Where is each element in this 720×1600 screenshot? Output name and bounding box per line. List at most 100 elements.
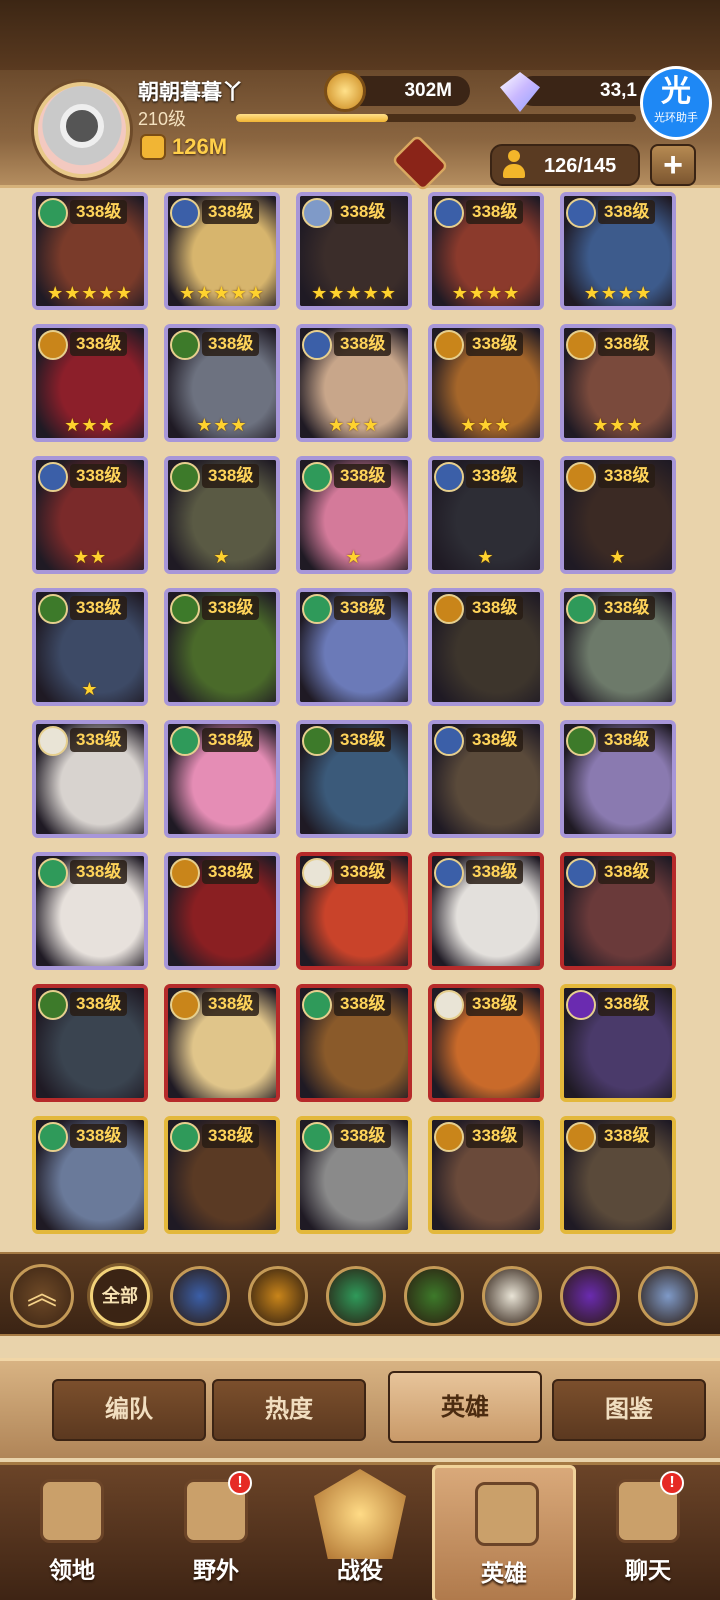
filter-dimensional-icon[interactable] [638,1266,698,1326]
filter-light-icon[interactable] [170,1266,230,1326]
grave-faction-icon [170,330,200,360]
collapse-filter-button[interactable]: ︽ [10,1264,74,1328]
grave-faction-icon [38,990,68,1020]
expand-roster-button[interactable]: + [650,144,696,186]
light-faction-icon [434,462,464,492]
hero-stars: ★★★★ [451,283,521,303]
light-faction-icon [434,858,464,888]
hero-card[interactable]: 338级 ★★★ [32,324,148,442]
nav-label: 战役 [337,1557,383,1583]
hero-card[interactable]: 338级 ★ [428,456,544,574]
hero-card[interactable]: 338级 [560,1116,676,1234]
hero-level: 338级 [70,596,128,620]
nav-item-1[interactable]: 野外! [144,1465,288,1600]
hero-level: 338级 [466,728,524,752]
hero-stars: ★★★ [592,415,644,435]
subtab-2[interactable]: 英雄 [388,1371,542,1443]
hero-level: 338级 [334,728,392,752]
hero-card[interactable]: 338级 [164,1116,280,1234]
forest-faction-icon [170,726,200,756]
celestial-faction-icon [434,990,464,1020]
hero-card[interactable]: 338级 ★ [296,456,412,574]
hero-card[interactable]: 338级 ★★ [32,456,148,574]
filter-forest-icon[interactable] [326,1266,386,1326]
fire-faction-icon [170,990,200,1020]
hero-card[interactable]: 338级 ★★★★★ [296,192,412,310]
hero-card[interactable]: 338级 [164,588,280,706]
hero-level: 338级 [466,992,524,1016]
nav-icon [40,1479,104,1543]
subtab-3[interactable]: 图鉴 [552,1379,706,1441]
hero-card[interactable]: 338级 [560,984,676,1102]
filter-grave-icon[interactable] [404,1266,464,1326]
hero-card[interactable]: 338级 [428,984,544,1102]
hero-level: 338级 [466,200,524,224]
hero-card[interactable]: 338级 [32,1116,148,1234]
filter-hypogean-icon[interactable] [560,1266,620,1326]
filter-fire-icon[interactable] [248,1266,308,1326]
nav-label: 聊天 [625,1557,671,1583]
hero-level: 338级 [334,1124,392,1148]
hero-card[interactable]: 338级 [560,588,676,706]
hero-card[interactable]: 338级 [164,984,280,1102]
nav-item-4[interactable]: 聊天! [576,1465,720,1600]
hero-card[interactable]: 338级 [560,720,676,838]
hero-card[interactable]: 338级 ★★★ [428,324,544,442]
hero-level: 338级 [466,1124,524,1148]
filter-celestial-icon[interactable] [482,1266,542,1326]
hero-card[interactable]: 338级 ★★★★★ [32,192,148,310]
light-faction-icon [434,198,464,228]
hero-level: 338级 [202,200,260,224]
hero-stars: ★ [609,547,627,567]
hero-card[interactable]: 338级 ★ [32,588,148,706]
grave-faction-icon [566,726,596,756]
hero-card[interactable]: 338级 [428,852,544,970]
nav-label: 野外 [193,1557,239,1583]
gold-coin-icon [324,70,366,112]
hero-card[interactable]: 338级 [296,984,412,1102]
hero-card[interactable]: 338级 [296,1116,412,1234]
player-avatar[interactable] [34,82,130,178]
hero-stars: ★ [345,547,363,567]
hero-level: 338级 [202,464,260,488]
hero-card[interactable]: 338级 [164,720,280,838]
filter-all-button[interactable]: 全部 [90,1266,150,1326]
helper-overlay-button[interactable]: 光 光环助手 [640,66,712,140]
nav-item-3[interactable]: 英雄 [432,1465,576,1600]
nav-icon [314,1469,406,1559]
forest-faction-icon [302,990,332,1020]
hero-card[interactable]: 338级 ★ [560,456,676,574]
hero-level: 338级 [466,860,524,884]
hero-card[interactable]: 338级 ★★★ [296,324,412,442]
subtab-1[interactable]: 热度 [212,1379,366,1441]
hero-card[interactable]: 338级 [32,720,148,838]
hero-stars: ★★★★ [583,283,653,303]
xp-progress-fill [236,114,388,122]
hero-card[interactable]: 338级 [32,984,148,1102]
hero-card[interactable]: 338级 ★★★★★ [164,192,280,310]
hero-card[interactable]: 338级 [560,852,676,970]
light-faction-icon [566,198,596,228]
grave-faction-icon [170,462,200,492]
hypogean-faction-icon [566,990,596,1020]
hero-card[interactable]: 338级 [428,588,544,706]
hero-card[interactable]: 338级 [428,1116,544,1234]
nav-item-2[interactable]: 战役 [288,1465,432,1600]
player-level: 210级 [138,109,187,129]
hero-card[interactable]: 338级 ★ [164,456,280,574]
hero-card[interactable]: 338级 [296,852,412,970]
hero-card[interactable]: 338级 ★★★ [560,324,676,442]
nav-item-0[interactable]: 领地 [0,1465,144,1600]
hero-card[interactable]: 338级 ★★★★ [560,192,676,310]
subtab-0[interactable]: 编队 [52,1379,206,1441]
hero-card[interactable]: 338级 [32,852,148,970]
fist-power-icon [140,134,166,160]
hero-card[interactable]: 338级 [296,720,412,838]
hero-card[interactable]: 338级 ★★★★ [428,192,544,310]
fire-faction-icon [38,330,68,360]
hero-card[interactable]: 338级 [428,720,544,838]
hero-card[interactable]: 338级 [164,852,280,970]
hero-card[interactable]: 338级 ★★★ [164,324,280,442]
hero-card[interactable]: 338级 [296,588,412,706]
fire-faction-icon [434,594,464,624]
